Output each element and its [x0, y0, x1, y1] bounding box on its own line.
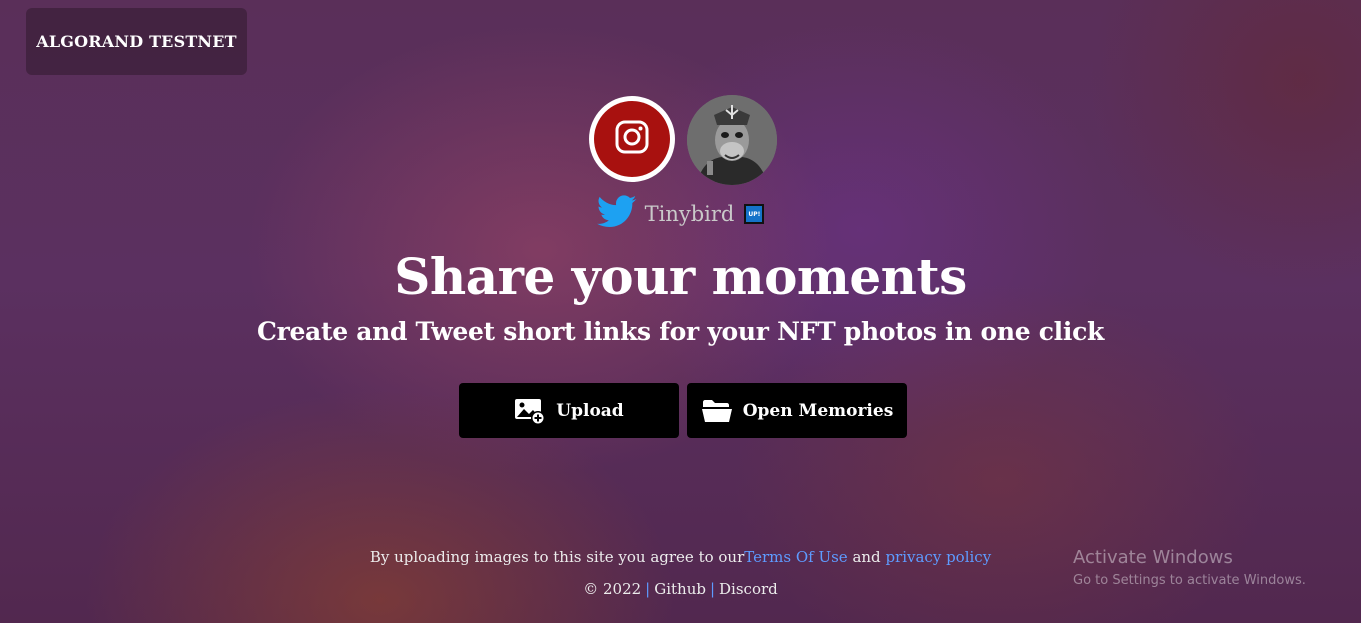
upload-label: Upload	[556, 400, 624, 421]
profile-row: Tinybird UP!	[0, 194, 1361, 234]
copyright: © 2022	[583, 580, 642, 598]
network-badge[interactable]: ALGORAND TESTNET	[26, 8, 247, 75]
footer-separator: |	[709, 580, 716, 598]
page-subtitle: Create and Tweet short links for your NF…	[256, 317, 1105, 346]
privacy-policy-link[interactable]: privacy policy	[885, 548, 991, 566]
terms-prefix: By uploading images to this site you agr…	[369, 548, 745, 566]
footer-separator: |	[645, 580, 651, 598]
github-link[interactable]: Github	[654, 580, 706, 598]
image-add-icon	[514, 396, 546, 426]
open-memories-button[interactable]: Open Memories	[687, 383, 907, 438]
twitter-bird-icon[interactable]	[596, 195, 637, 233]
nft-avatar[interactable]	[687, 95, 777, 185]
terms-of-use-link[interactable]: Terms Of Use	[744, 548, 847, 566]
network-label: ALGORAND TESTNET	[36, 32, 237, 51]
page-title: Share your moments	[394, 247, 967, 306]
up-badge: UP!	[744, 204, 765, 224]
avatar-group	[588, 95, 780, 185]
terms-and: and	[847, 548, 886, 566]
open-memories-label: Open Memories	[742, 400, 894, 421]
discord-link[interactable]: Discord	[719, 580, 778, 598]
folder-open-icon	[701, 398, 733, 424]
activate-windows-watermark: Activate Windows Go to Settings to activ…	[1073, 546, 1306, 590]
watermark-title: Activate Windows	[1073, 547, 1233, 568]
watermark-subtitle: Go to Settings to activate Windows.	[1073, 573, 1306, 588]
camera-button[interactable]	[589, 96, 675, 182]
camera-icon	[614, 119, 650, 159]
profile-name[interactable]: Tinybird	[645, 202, 735, 226]
upload-button[interactable]: Upload	[459, 383, 679, 438]
